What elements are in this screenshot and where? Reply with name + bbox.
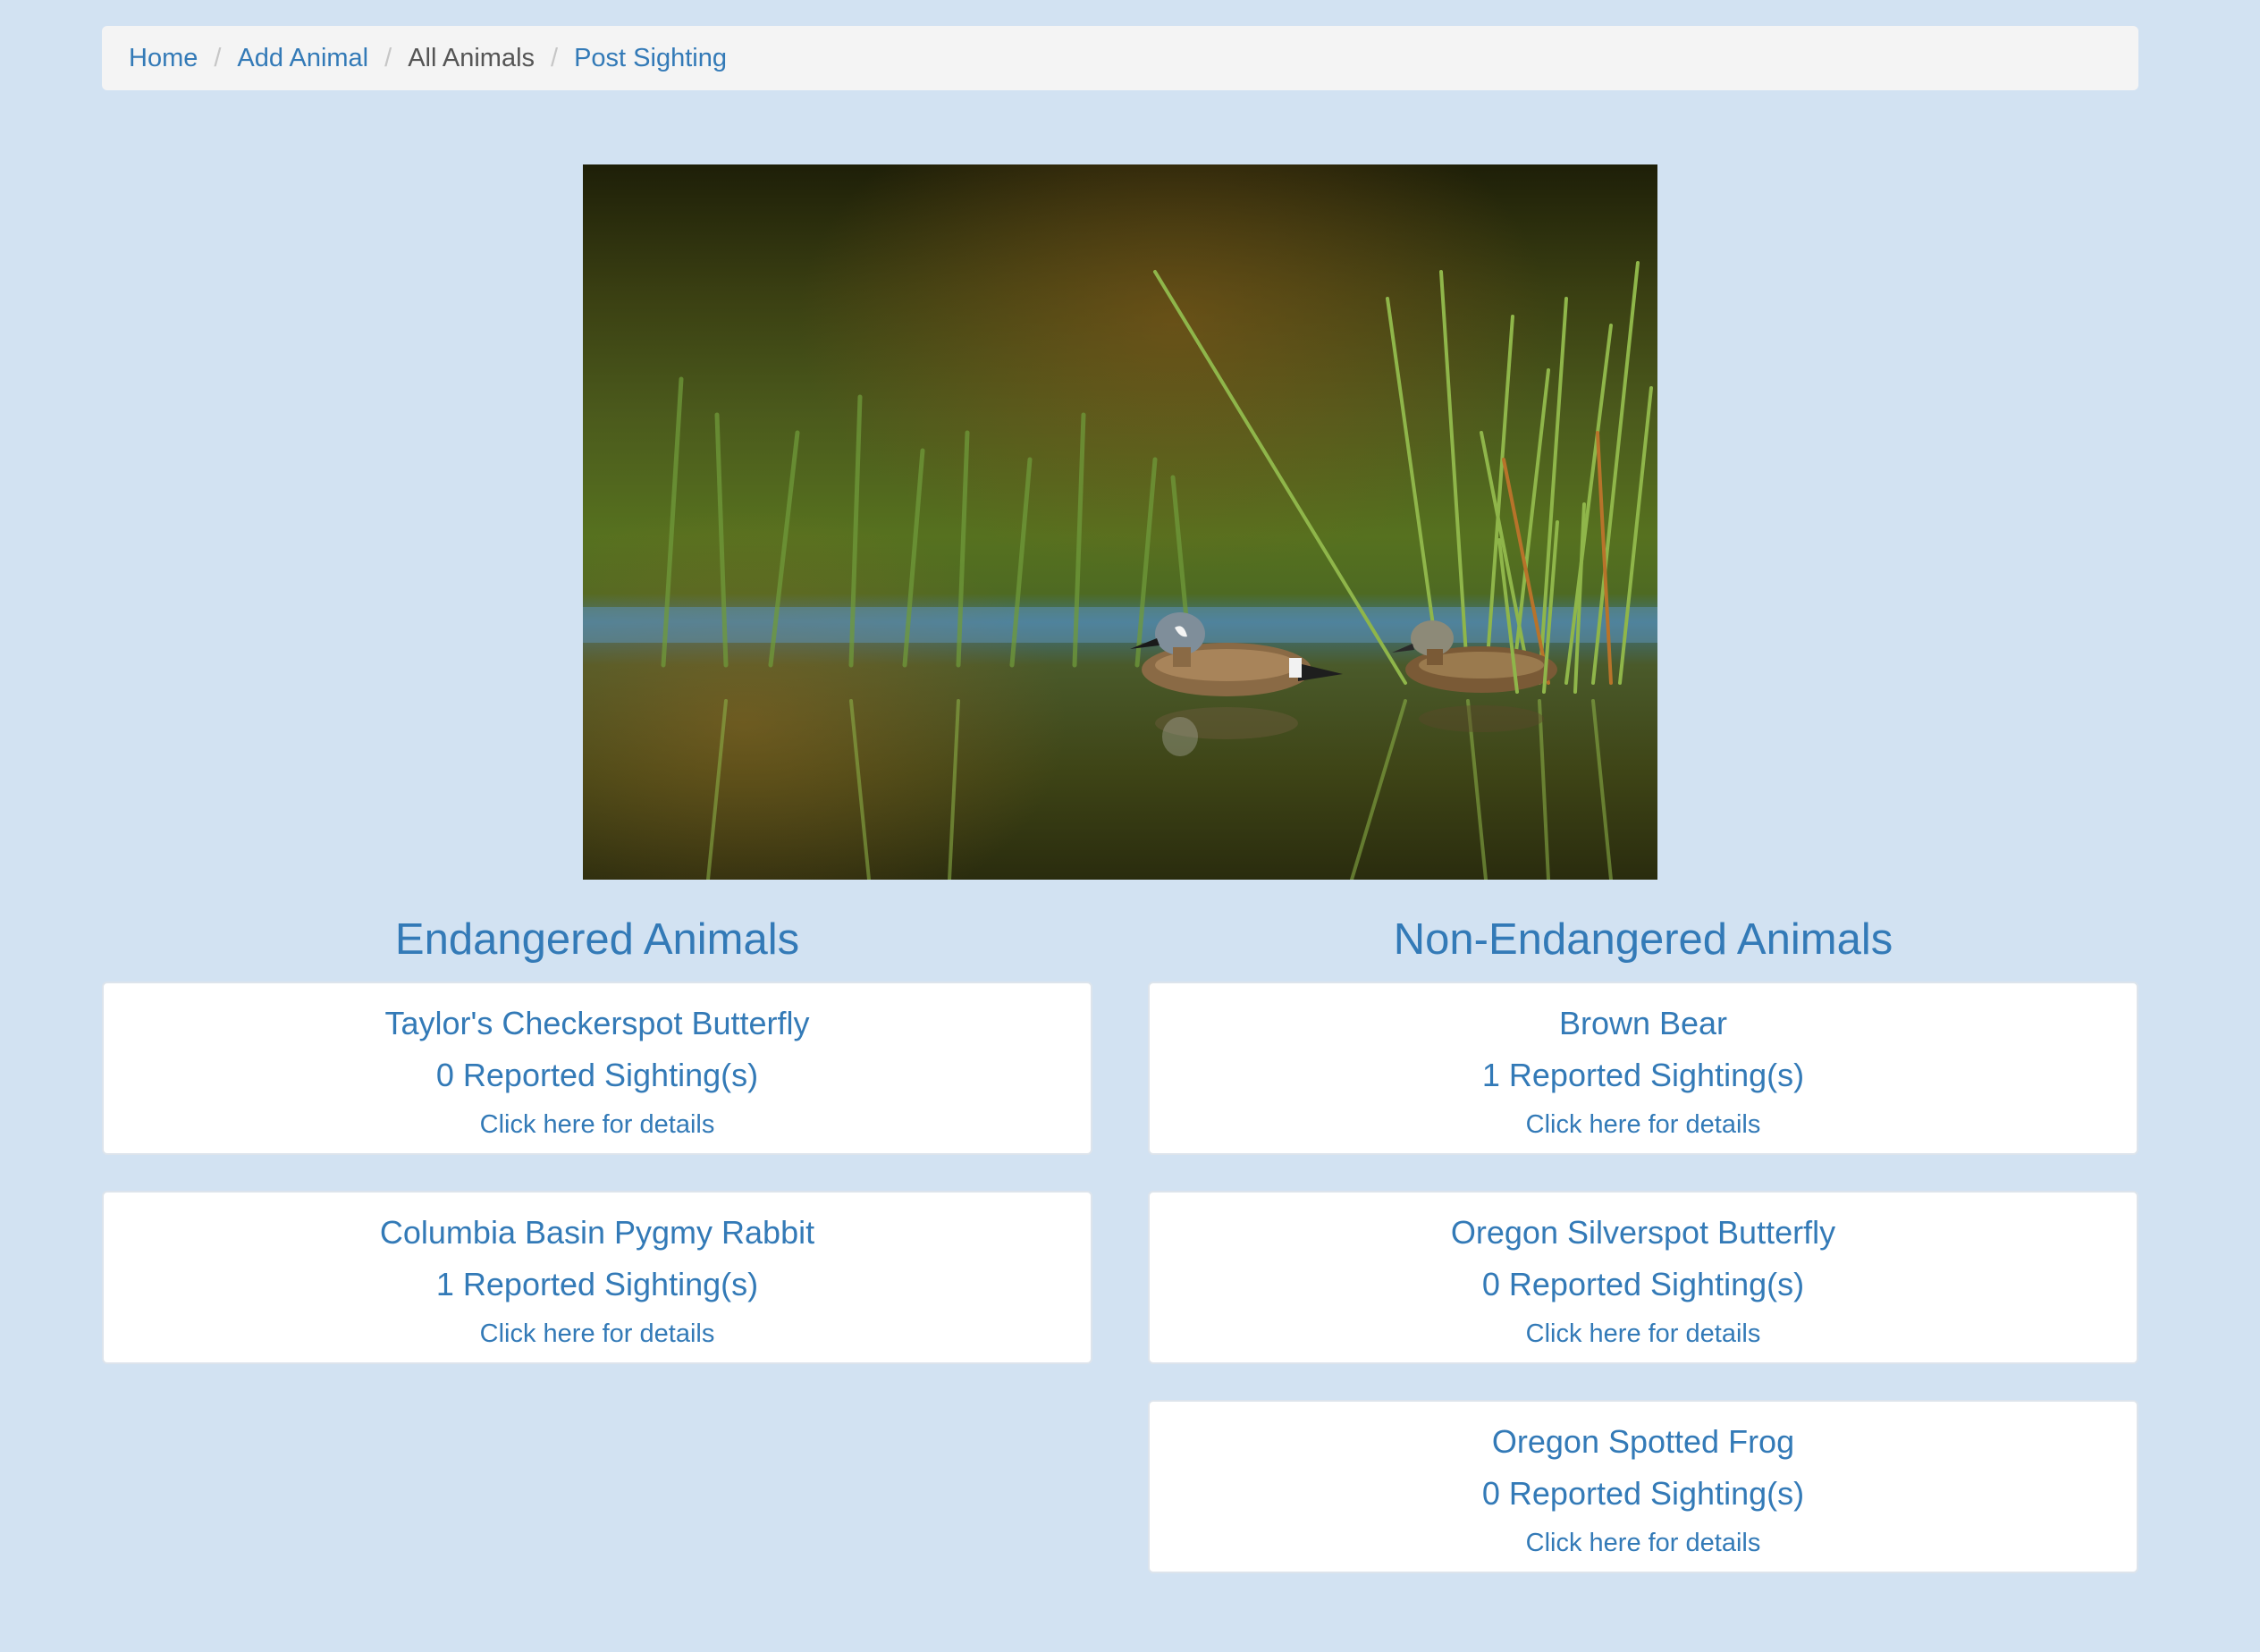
animal-name: Columbia Basin Pygmy Rabbit	[379, 1214, 815, 1251]
animal-card[interactable]: Oregon Spotted Frog 0 Reported Sighting(…	[1148, 1400, 2138, 1573]
sighting-count: 0 Reported Sighting(s)	[1481, 1266, 1805, 1302]
breadcrumb-all-animals-current: All Animals	[408, 43, 535, 72]
endangered-column: Endangered Animals Taylor's Checkerspot …	[102, 906, 1092, 1400]
animal-name: Brown Bear	[1558, 1005, 1728, 1041]
animal-card[interactable]: Oregon Silverspot Butterfly 0 Reported S…	[1148, 1191, 2138, 1364]
animal-card[interactable]: Columbia Basin Pygmy Rabbit 1 Reported S…	[102, 1191, 1092, 1364]
sighting-count: 1 Reported Sighting(s)	[435, 1266, 759, 1302]
animal-name: Taylor's Checkerspot Butterfly	[384, 1005, 810, 1041]
sighting-count: 1 Reported Sighting(s)	[1481, 1057, 1805, 1093]
details-link[interactable]: Click here for details	[1150, 1316, 2137, 1352]
duck-photo-illustration	[583, 164, 1657, 880]
non-endangered-heading: Non-Endangered Animals	[1393, 915, 1893, 964]
breadcrumb: Home / Add Animal / All Animals / Post S…	[102, 26, 2138, 90]
animal-card[interactable]: Taylor's Checkerspot Butterfly 0 Reporte…	[102, 982, 1092, 1155]
endangered-heading: Endangered Animals	[394, 915, 800, 964]
details-link[interactable]: Click here for details	[104, 1316, 1091, 1352]
sighting-count: 0 Reported Sighting(s)	[1481, 1475, 1805, 1512]
animal-name: Oregon Spotted Frog	[1491, 1423, 1795, 1460]
breadcrumb-separator: /	[214, 43, 222, 72]
sighting-count: 0 Reported Sighting(s)	[435, 1057, 759, 1093]
breadcrumb-separator: /	[384, 43, 392, 72]
hero-image	[583, 164, 1657, 880]
animal-name: Oregon Silverspot Butterfly	[1450, 1214, 1836, 1251]
details-link[interactable]: Click here for details	[104, 1107, 1091, 1142]
breadcrumb-add-animal-link[interactable]: Add Animal	[237, 44, 368, 73]
breadcrumb-post-sighting-link[interactable]: Post Sighting	[574, 44, 727, 73]
details-link[interactable]: Click here for details	[1150, 1525, 2137, 1561]
animal-card[interactable]: Brown Bear 1 Reported Sighting(s) Click …	[1148, 982, 2138, 1155]
non-endangered-column: Non-Endangered Animals Brown Bear 1 Repo…	[1148, 906, 2138, 1609]
breadcrumb-separator: /	[551, 43, 559, 72]
details-link[interactable]: Click here for details	[1150, 1107, 2137, 1142]
breadcrumb-home-link[interactable]: Home	[129, 44, 198, 73]
